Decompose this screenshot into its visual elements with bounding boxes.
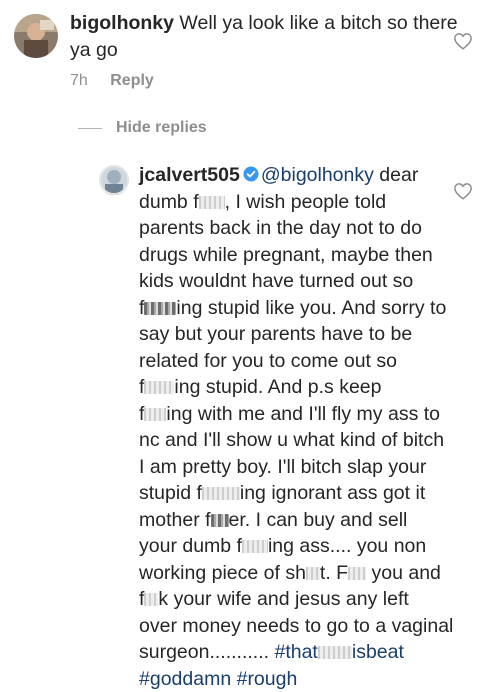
text: ing ignorant ass got it: [240, 482, 425, 504]
text: kids wouldnt have turned out so: [139, 270, 413, 292]
text: er. I can buy and sell: [229, 509, 408, 531]
comment-line: drugs while pregnant, maybe then: [139, 242, 459, 269]
comment-line: say but your parents have to be: [139, 321, 459, 348]
comment-line: working piece of sh t. F you and: [139, 560, 459, 587]
comment-line: fing with me and I'll fly my ass to: [139, 401, 459, 428]
text: dear: [374, 164, 418, 186]
avatar[interactable]: [14, 14, 58, 58]
text: working piece of sh: [139, 562, 306, 584]
heart-outline-icon[interactable]: [453, 32, 473, 50]
censor-mark: [318, 646, 352, 659]
censor-mark: [144, 302, 176, 315]
comment-line: stupid f ing ignorant ass got it: [139, 480, 459, 507]
text: your dumb f: [139, 535, 242, 557]
text: say but your parents have to be: [139, 323, 412, 345]
text: ing stupid. And p.s keep: [174, 376, 381, 398]
username[interactable]: jcalvert505: [139, 164, 240, 186]
username[interactable]: bigolhonky: [70, 12, 174, 34]
text: drugs while pregnant, maybe then: [139, 244, 433, 266]
hashtag-link[interactable]: isbeat: [352, 641, 404, 663]
text: parents back in the day not to do: [139, 217, 422, 239]
text: related for you to come out so: [139, 350, 397, 372]
hide-replies-label: Hide replies: [116, 119, 207, 137]
comment-line: dumb f , I wish people told: [139, 189, 459, 216]
text: ing ass.... you non: [268, 535, 426, 557]
profile-photo: [99, 165, 129, 195]
reply-button[interactable]: Reply: [110, 72, 154, 89]
text: ing with me and I'll fly my ass to: [166, 403, 440, 425]
timestamp: 7h: [70, 72, 88, 89]
divider-line: [78, 128, 102, 129]
comment-line: parents back in the day not to do: [139, 215, 459, 242]
censor-mark: [242, 540, 268, 553]
comment-meta: 7h Reply: [70, 72, 154, 90]
comment-line: fing stupid. And p.s keep: [139, 374, 459, 401]
text: mother f: [139, 509, 211, 531]
comment-line: nc and I'll show u what kind of bitch: [139, 427, 459, 454]
comment-text: jcalvert505 @bigolhonky dear dumb f , I wi…: [139, 162, 459, 692]
comment-line: fk your wife and jesus any left: [139, 586, 459, 613]
text: I am pretty boy. I'll bitch slap your: [139, 456, 426, 478]
censor-mark: [211, 514, 229, 527]
comment-line: kids wouldnt have turned out so: [139, 268, 459, 295]
hashtag-link[interactable]: #goddamn: [139, 668, 231, 690]
comment-line: fing stupid like you. And sorry to: [139, 295, 459, 322]
comment-1: bigolhonky Well ya look like a bitch so …: [0, 0, 500, 100]
verified-badge-icon: [243, 166, 259, 182]
text: , I wish people told: [225, 191, 387, 213]
censor-mark: [199, 196, 225, 209]
text: you and: [366, 562, 441, 584]
censor-mark: [306, 567, 320, 580]
censor-mark: [144, 381, 174, 394]
censor-mark: [144, 593, 158, 606]
censor-mark: [202, 487, 240, 500]
hashtag-link[interactable]: #rough: [237, 668, 298, 690]
comment-line: #goddamn #rough: [139, 666, 459, 692]
mention-link[interactable]: @bigolhonky: [261, 164, 374, 186]
text: k your wife and jesus any left: [158, 588, 408, 610]
comment-line: mother f er. I can buy and sell: [139, 507, 459, 534]
text: t. F: [320, 562, 348, 584]
comment-2: jcalvert505 @bigolhonky dear dumb f , I wi…: [0, 155, 500, 599]
profile-photo: [14, 14, 58, 58]
comment-line: related for you to come out so: [139, 348, 459, 375]
comment-line: jcalvert505 @bigolhonky dear: [139, 162, 459, 189]
censor-mark: [348, 567, 366, 580]
censor-mark: [144, 408, 166, 421]
text: stupid f: [139, 482, 202, 504]
avatar[interactable]: [99, 165, 129, 195]
comment-line: over money needs to go to a vaginal: [139, 613, 459, 640]
text: surgeon...........: [139, 641, 274, 663]
comment-line: surgeon........... #that isbeat: [139, 639, 459, 666]
comment-line: your dumb f ing ass.... you non: [139, 533, 459, 560]
text: ing stupid like you. And sorry to: [176, 297, 446, 319]
text: nc and I'll show u what kind of bitch: [139, 429, 444, 451]
hide-replies-button[interactable]: Hide replies: [78, 117, 207, 139]
comment-line: I am pretty boy. I'll bitch slap your: [139, 454, 459, 481]
text: over money needs to go to a vaginal: [139, 615, 453, 637]
hashtag-link[interactable]: #that: [274, 641, 317, 663]
text: dumb f: [139, 191, 199, 213]
comment-text: bigolhonky Well ya look like a bitch so …: [70, 10, 460, 63]
